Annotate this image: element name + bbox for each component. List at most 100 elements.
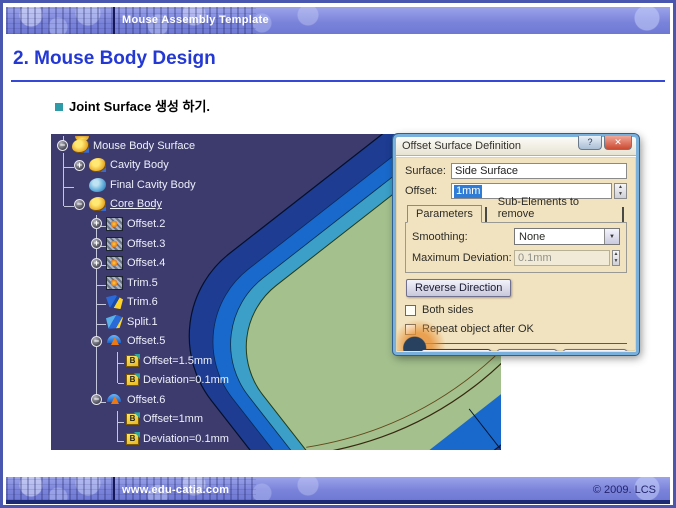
body-icon: [89, 197, 106, 211]
globe-decoration: [397, 315, 449, 351]
parameter-letter: B: [130, 376, 136, 384]
preview-button[interactable]: Preview: [563, 349, 627, 351]
tab-separator: [622, 207, 624, 222]
page-title: 2. Mouse Body Design: [13, 48, 216, 70]
banner-divider: [113, 477, 115, 500]
spin-up-icon[interactable]: ▲: [615, 184, 626, 191]
dialog-body: Surface: Offset: 1mm ▲ ▼ Parameters Sub-…: [396, 156, 636, 351]
surface-input[interactable]: [451, 163, 627, 179]
bullet-text: Joint Surface 생성 하기.: [69, 96, 210, 115]
tree-line: [64, 187, 74, 188]
tree-item[interactable]: B Deviation=0.1mm: [124, 429, 295, 449]
tree-item[interactable]: − Offset.5: [91, 331, 295, 351]
parameters-panel: Smoothing: None ▼ Maximum Deviation: ▲ ▼: [405, 222, 627, 273]
reverse-direction-button[interactable]: Reverse Direction: [406, 279, 511, 297]
parameter-icon: B: [126, 413, 139, 425]
surface-label: Surface:: [405, 165, 451, 177]
dialog-tabs: Parameters Sub-Elements to remove: [407, 204, 627, 222]
tree-item[interactable]: − Core Body: [74, 195, 295, 215]
tree-line: [117, 411, 118, 442]
tree-item[interactable]: + Cavity Body: [74, 156, 295, 176]
trim-feature-icon: [106, 295, 123, 309]
spin-down-icon: ▼: [613, 258, 619, 265]
expand-icon[interactable]: +: [91, 238, 102, 249]
tree-item[interactable]: − Mouse Body Surface: [57, 136, 295, 156]
parameter-letter: B: [130, 357, 136, 365]
tree-item[interactable]: B Offset=1.5mm: [124, 351, 295, 371]
collapse-icon[interactable]: −: [91, 336, 102, 347]
tab-sub-elements[interactable]: Sub-Elements to remove: [490, 194, 619, 222]
footer-banner: www.edu-catia.com © 2009. LCS: [6, 477, 670, 504]
tree-item-label: Core Body: [110, 198, 162, 210]
offset-feature-icon: [106, 237, 123, 251]
close-icon[interactable]: ✕: [604, 136, 632, 150]
help-icon[interactable]: ?: [578, 136, 602, 150]
tree-item[interactable]: Trim.5: [91, 273, 295, 293]
tree-item-label: Deviation=0.1mm: [143, 433, 229, 445]
tree-line: [64, 167, 74, 168]
tree-item[interactable]: B Deviation=0.1mm: [124, 371, 295, 391]
expand-icon[interactable]: +: [74, 160, 85, 171]
tree-item-label: Mouse Body Surface: [93, 140, 195, 152]
tab-parameters[interactable]: Parameters: [407, 205, 482, 223]
smoothing-value: None: [515, 231, 604, 243]
offset-selected-text: 1mm: [454, 185, 482, 198]
tree-line: [64, 206, 74, 207]
tree-item-label: Final Cavity Body: [110, 179, 196, 191]
spin-up-icon: ▲: [613, 251, 619, 258]
chevron-down-icon[interactable]: ▼: [604, 229, 619, 244]
max-deviation-label: Maximum Deviation:: [412, 252, 514, 264]
tree-item[interactable]: Trim.6: [91, 292, 295, 312]
smoothing-dropdown[interactable]: None ▼: [514, 228, 620, 245]
collapse-icon[interactable]: −: [74, 199, 85, 210]
tree-line: [63, 153, 64, 206]
tree-item-label: Offset.3: [127, 238, 165, 250]
tree-item[interactable]: + Offset.2: [91, 214, 295, 234]
tree-item-label: Deviation=0.1mm: [143, 374, 229, 386]
tree-item-label: Offset=1mm: [143, 413, 203, 425]
expand-icon[interactable]: +: [91, 258, 102, 269]
tree-item[interactable]: − Offset.6: [91, 390, 295, 410]
tree-item-label: Offset=1.5mm: [143, 355, 212, 367]
max-deviation-spinner: ▲ ▼: [612, 250, 620, 266]
tree-item[interactable]: + Offset.3: [91, 234, 295, 254]
tree-item[interactable]: B Offset=1mm: [124, 410, 295, 430]
parameter-icon: B: [126, 433, 139, 445]
trim-feature-icon: [106, 276, 123, 290]
expand-icon[interactable]: +: [91, 218, 102, 229]
offset-surface-icon: [106, 334, 123, 348]
dialog-titlebar: Offset Surface Definition ? ✕: [396, 137, 636, 156]
both-sides-checkbox[interactable]: [405, 305, 416, 316]
offset-feature-icon: [106, 256, 123, 270]
tree-item[interactable]: + Offset.4: [91, 253, 295, 273]
footer-copyright: © 2009. LCS: [593, 484, 656, 496]
header-title: Mouse Assembly Template: [122, 14, 269, 26]
title-rule: [11, 80, 665, 82]
collapse-icon[interactable]: −: [57, 140, 68, 151]
collapse-icon[interactable]: −: [91, 394, 102, 405]
tree-line: [117, 352, 118, 383]
body-icon: [89, 178, 106, 192]
ok-button[interactable]: OK: [421, 349, 491, 351]
tree-item[interactable]: Final Cavity Body: [74, 175, 295, 195]
parameter-icon: B: [126, 374, 139, 386]
offset-feature-icon: [106, 217, 123, 231]
split-feature-icon: [106, 315, 123, 329]
tab-separator: [485, 207, 487, 222]
banner-divider: [113, 7, 115, 34]
parameter-icon: B: [126, 355, 139, 367]
footer-site: www.edu-catia.com: [122, 484, 229, 496]
tree-item-label: Trim.5: [127, 277, 158, 289]
cancel-button[interactable]: Cancel: [497, 349, 557, 351]
tree-item-label: Trim.6: [127, 296, 158, 308]
tree-item-label: Split.1: [127, 316, 158, 328]
body-icon: [72, 139, 89, 153]
tree-item-label: Offset.5: [127, 335, 165, 347]
tree-item[interactable]: Split.1: [91, 312, 295, 332]
slide: Mouse Assembly Template 2. Mouse Body De…: [0, 0, 676, 508]
parameter-letter: B: [130, 415, 136, 423]
parameter-letter: B: [130, 435, 136, 443]
header-banner: Mouse Assembly Template: [6, 7, 670, 34]
tree-item-label: Offset.4: [127, 257, 165, 269]
offset-label: Offset:: [405, 185, 451, 197]
